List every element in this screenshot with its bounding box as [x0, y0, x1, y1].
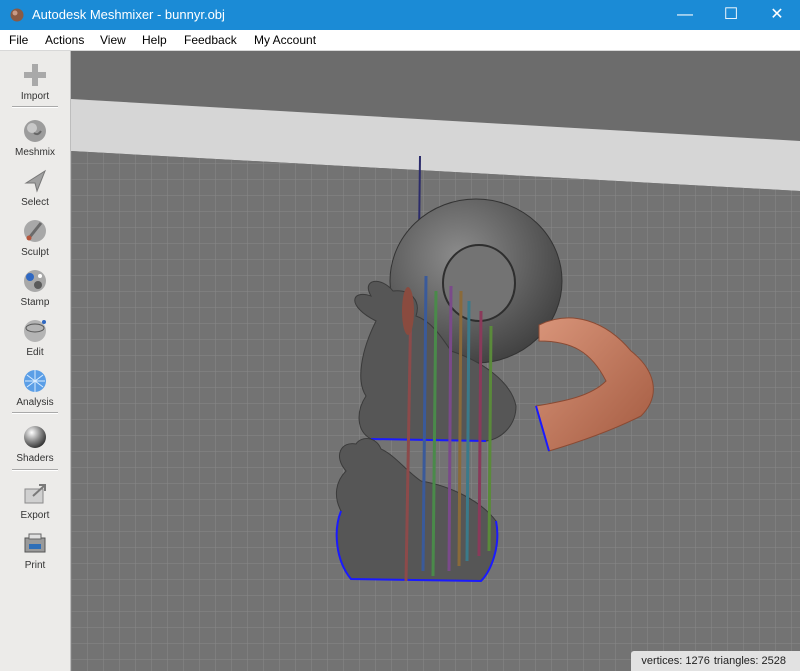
meshmix-label: Meshmix: [14, 147, 55, 158]
toolbar-divider: [12, 106, 58, 108]
scene-canvas[interactable]: [71, 51, 800, 671]
close-button[interactable]: ✕: [754, 0, 800, 30]
triangle-count: triangles: 2528: [713, 655, 786, 667]
plus-icon: [24, 64, 46, 86]
menu-feedback[interactable]: Feedback: [184, 33, 237, 47]
import-label: Import: [20, 91, 50, 102]
analysis-button[interactable]: Analysis: [4, 363, 66, 413]
export-label: Export: [20, 510, 50, 521]
analysis-label: Analysis: [16, 397, 54, 408]
maximize-button[interactable]: ☐: [708, 0, 754, 30]
shader-ball-icon: [24, 426, 46, 448]
sculpt-button[interactable]: Sculpt: [4, 213, 66, 263]
menu-bar: File Actions View Help Feedback My Accou…: [0, 30, 800, 51]
analysis-sphere-icon: [24, 370, 46, 392]
menu-my-account[interactable]: My Account: [254, 33, 316, 47]
meshmix-icon: [24, 120, 46, 142]
select-button[interactable]: Select: [4, 163, 66, 213]
title-bar: Autodesk Meshmixer - bunnyr.obj — ☐ ✕: [0, 0, 800, 30]
support-disc: [402, 287, 414, 335]
shaders-button[interactable]: Shaders: [4, 419, 66, 469]
import-button[interactable]: Import: [4, 57, 66, 107]
menu-actions[interactable]: Actions: [45, 33, 84, 47]
menu-help[interactable]: Help: [142, 33, 167, 47]
edit-sphere-icon: [24, 320, 46, 342]
edit-label: Edit: [26, 347, 44, 358]
menu-file[interactable]: File: [9, 33, 28, 47]
export-button[interactable]: Export: [4, 476, 66, 526]
toolbar-divider: [12, 412, 58, 414]
meshmixer-logo-icon: [10, 8, 24, 22]
meshmix-button[interactable]: Meshmix: [4, 113, 66, 163]
print-button[interactable]: Print: [4, 526, 66, 576]
print-label: Print: [24, 560, 46, 571]
toolbar-divider: [12, 469, 58, 471]
printer-icon: [24, 533, 46, 553]
cursor-arrow-icon: [24, 169, 47, 193]
brush-icon: [24, 220, 46, 242]
window-title: Autodesk Meshmixer - bunnyr.obj: [32, 7, 225, 22]
export-icon: [24, 484, 46, 504]
stamp-button[interactable]: Stamp: [4, 263, 66, 313]
select-label: Select: [21, 197, 49, 208]
shaders-label: Shaders: [16, 453, 54, 464]
stamp-icon: [24, 270, 46, 292]
stamp-label: Stamp: [20, 297, 50, 308]
minimize-button[interactable]: —: [662, 0, 708, 30]
viewport-3d[interactable]: vertices: 1276 triangles: 2528: [71, 51, 800, 671]
edit-button[interactable]: Edit: [4, 313, 66, 363]
tool-panel: Import Meshmix Select Sculpt Stamp Edit …: [0, 51, 71, 671]
vertex-count: vertices: 1276: [641, 655, 710, 667]
menu-view[interactable]: View: [100, 33, 126, 47]
sculpt-label: Sculpt: [21, 247, 49, 258]
status-bar: vertices: 1276 triangles: 2528: [631, 651, 800, 671]
